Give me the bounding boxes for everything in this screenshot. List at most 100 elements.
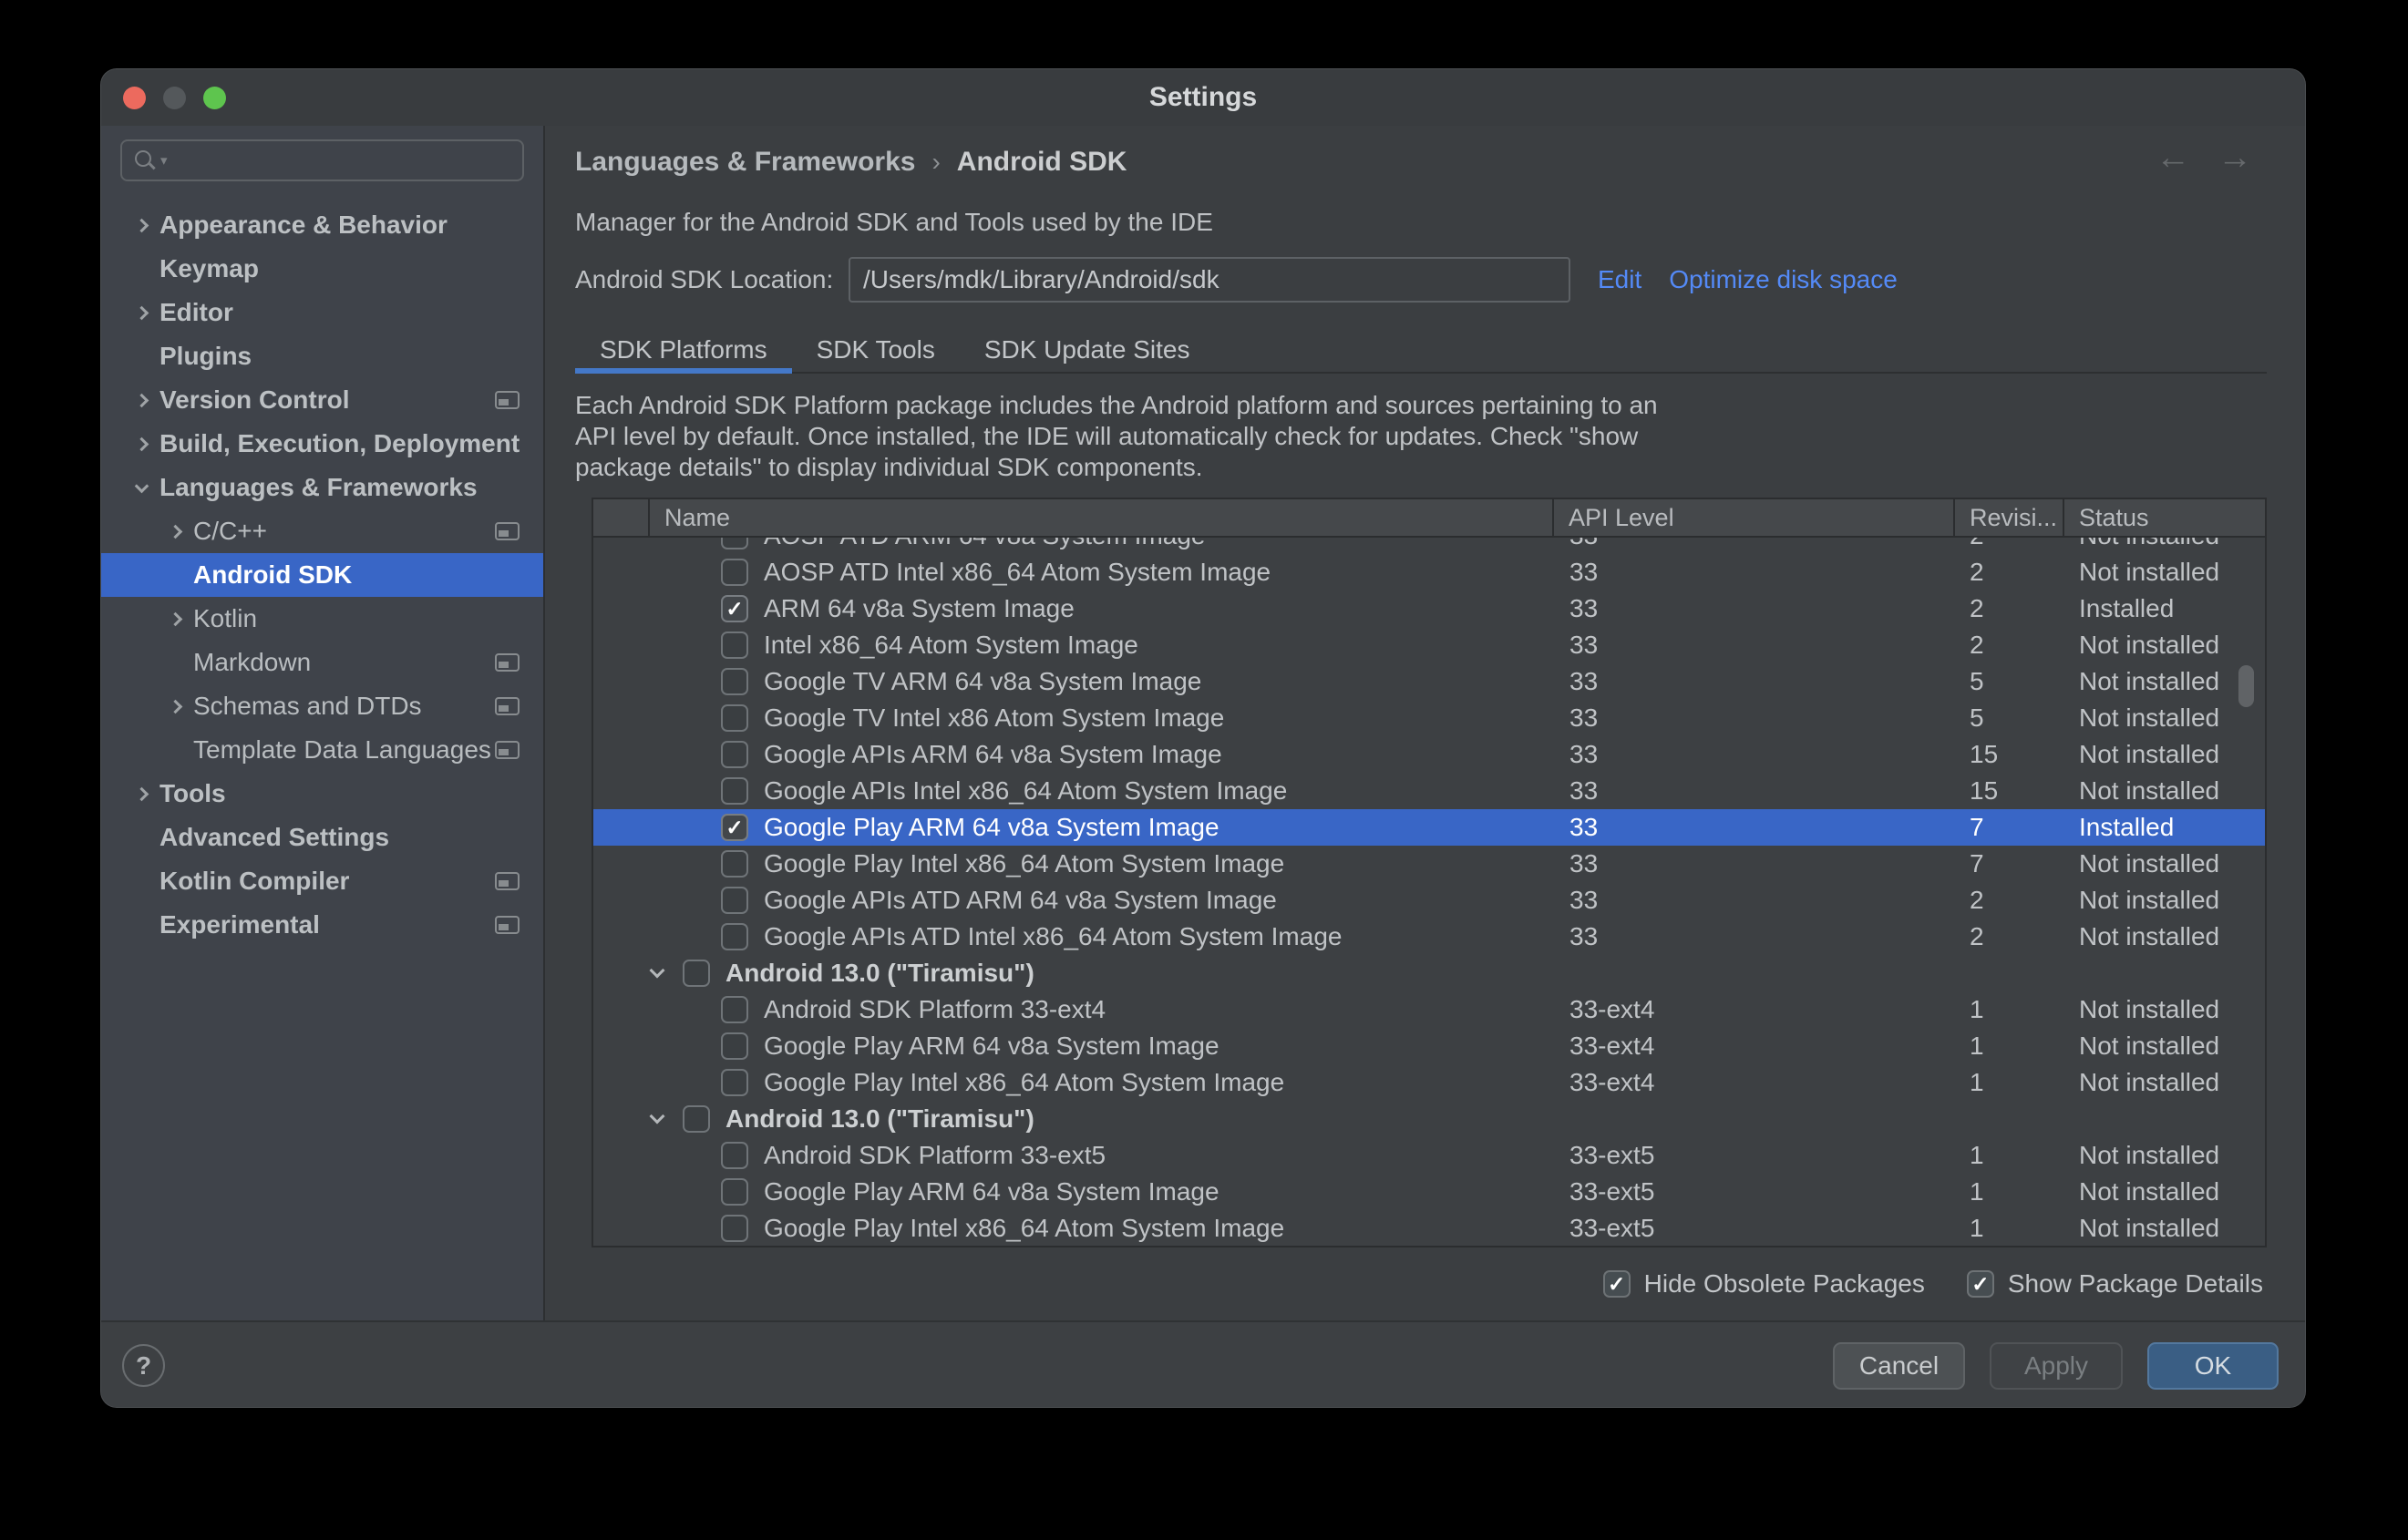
row-checkbox[interactable] xyxy=(721,1178,748,1206)
sidebar-item-tools[interactable]: Tools xyxy=(101,772,543,816)
row-checkbox[interactable] xyxy=(683,960,710,987)
table-row[interactable]: AOSP ATD ARM 64 v8a System Image332Not i… xyxy=(593,538,2265,554)
sidebar-item-kotlin[interactable]: Kotlin xyxy=(101,597,543,641)
package-name: Google APIs ARM 64 v8a System Image xyxy=(764,740,1222,769)
sidebar-item-c-c[interactable]: C/C++ xyxy=(101,509,543,553)
column-header-tree[interactable] xyxy=(593,499,650,536)
table-row[interactable]: Google APIs ARM 64 v8a System Image3315N… xyxy=(593,736,2265,773)
tab-sdk-tools[interactable]: SDK Tools xyxy=(792,328,960,372)
row-checkbox[interactable] xyxy=(721,559,748,586)
table-body: AOSP ATD ARM 64 v8a System Image332Not i… xyxy=(593,538,2265,1246)
row-checkbox[interactable] xyxy=(721,850,748,878)
chevron-down-icon[interactable] xyxy=(650,1109,665,1124)
api-level-cell: 33 xyxy=(1554,886,1955,915)
help-button[interactable]: ? xyxy=(122,1344,165,1387)
row-checkbox[interactable] xyxy=(721,1069,748,1096)
sidebar-item-schemas-and-dtds[interactable]: Schemas and DTDs xyxy=(101,684,543,728)
row-checkbox[interactable]: ✓ xyxy=(721,595,748,622)
sidebar-item-template-data-languages[interactable]: Template Data Languages xyxy=(101,728,543,772)
tab-sdk-platforms[interactable]: SDK Platforms xyxy=(575,328,792,372)
table-row[interactable]: Google Play Intel x86_64 Atom System Ima… xyxy=(593,846,2265,882)
table-row[interactable]: Intel x86_64 Atom System Image332Not ins… xyxy=(593,627,2265,663)
option-checkbox[interactable]: ✓ xyxy=(1603,1270,1631,1298)
optimize-disk-space-link[interactable]: Optimize disk space xyxy=(1669,265,1898,294)
sidebar-item-editor[interactable]: Editor xyxy=(101,291,543,334)
sidebar-item-appearance-behavior[interactable]: Appearance & Behavior xyxy=(101,203,543,247)
breadcrumb-parent[interactable]: Languages & Frameworks xyxy=(575,147,915,178)
sidebar-item-experimental[interactable]: Experimental xyxy=(101,903,543,947)
api-level-cell: 33-ext5 xyxy=(1554,1141,1955,1170)
sidebar-item-build-execution-deployment[interactable]: Build, Execution, Deployment xyxy=(101,422,543,466)
package-name: Google APIs ATD ARM 64 v8a System Image xyxy=(764,886,1277,915)
table-row[interactable]: Android SDK Platform 33-ext533-ext51Not … xyxy=(593,1137,2265,1174)
revision-cell: 1 xyxy=(1955,1032,2064,1061)
sidebar-item-markdown[interactable]: Markdown xyxy=(101,641,543,684)
table-row[interactable]: Google Play Intel x86_64 Atom System Ima… xyxy=(593,1064,2265,1101)
table-row[interactable]: Google Play Intel x86_64 Atom System Ima… xyxy=(593,1210,2265,1246)
sidebar-item-android-sdk[interactable]: Android SDK xyxy=(101,553,543,597)
row-checkbox[interactable] xyxy=(721,1032,748,1060)
ok-button[interactable]: OK xyxy=(2147,1342,2279,1390)
table-row[interactable]: Google APIs Intel x86_64 Atom System Ima… xyxy=(593,773,2265,809)
table-row[interactable]: Android SDK Platform 33-ext433-ext41Not … xyxy=(593,991,2265,1028)
option-checkbox[interactable]: ✓ xyxy=(1967,1270,1994,1298)
status-cell: Not installed xyxy=(2064,776,2265,806)
table-group-row[interactable]: Android 13.0 ("Tiramisu") xyxy=(593,1101,2265,1137)
table-row[interactable]: Google TV Intel x86 Atom System Image335… xyxy=(593,700,2265,736)
zoom-button[interactable] xyxy=(203,87,226,109)
sidebar-item-plugins[interactable]: Plugins xyxy=(101,334,543,378)
table-row[interactable]: ✓Google Play ARM 64 v8a System Image337I… xyxy=(593,809,2265,846)
sidebar-item-version-control[interactable]: Version Control xyxy=(101,378,543,422)
close-button[interactable] xyxy=(123,87,146,109)
table-row[interactable]: Google APIs ATD ARM 64 v8a System Image 3… xyxy=(593,882,2265,919)
row-checkbox[interactable] xyxy=(721,704,748,732)
sdk-location-input[interactable] xyxy=(849,257,1570,303)
row-checkbox[interactable] xyxy=(721,668,748,695)
row-checkbox[interactable] xyxy=(721,1142,748,1169)
row-checkbox[interactable] xyxy=(721,777,748,805)
table-row[interactable]: ✓ARM 64 v8a System Image332Installed xyxy=(593,590,2265,627)
table-row[interactable]: Google Play ARM 64 v8a System Image33-ex… xyxy=(593,1174,2265,1210)
row-checkbox[interactable] xyxy=(721,631,748,659)
column-header-name[interactable]: Name xyxy=(650,499,1554,536)
table-row[interactable]: Google TV ARM 64 v8a System Image335Not … xyxy=(593,663,2265,700)
minimize-button[interactable] xyxy=(163,87,186,109)
option-hide-obsolete-packages[interactable]: ✓Hide Obsolete Packages xyxy=(1603,1269,1925,1299)
apply-button[interactable]: Apply xyxy=(1990,1342,2123,1390)
chevron-right-icon xyxy=(135,436,149,451)
row-checkbox[interactable] xyxy=(683,1105,710,1133)
sidebar-item-advanced-settings[interactable]: Advanced Settings xyxy=(101,816,543,859)
row-checkbox[interactable] xyxy=(721,996,748,1023)
settings-sidebar: ▾ Appearance & Behavior Keymap EditorPlugi… xyxy=(101,126,545,1320)
row-checkbox[interactable]: ✓ xyxy=(721,814,748,841)
back-icon[interactable]: ← xyxy=(2156,139,2190,178)
forward-icon[interactable]: → xyxy=(2218,139,2252,178)
sidebar-search-input[interactable]: ▾ xyxy=(120,139,524,181)
sidebar-item-languages-frameworks[interactable]: Languages & Frameworks xyxy=(101,466,543,509)
sidebar-item-label: Keymap xyxy=(160,254,259,283)
row-checkbox[interactable] xyxy=(721,741,748,768)
column-header-status[interactable]: Status xyxy=(2064,499,2265,536)
column-header-api-level[interactable]: API Level xyxy=(1554,499,1955,536)
table-row[interactable]: AOSP ATD Intel x86_64 Atom System Image3… xyxy=(593,554,2265,590)
row-checkbox[interactable] xyxy=(721,538,748,549)
sidebar-item-label: Kotlin xyxy=(193,604,257,633)
option-show-package-details[interactable]: ✓Show Package Details xyxy=(1967,1269,2263,1299)
package-name: Google TV Intel x86 Atom System Image xyxy=(764,703,1224,733)
sidebar-item-kotlin-compiler[interactable]: Kotlin Compiler xyxy=(101,859,543,903)
column-header-revision[interactable]: Revisi... xyxy=(1955,499,2064,536)
table-row[interactable]: Google Play ARM 64 v8a System Image33-ex… xyxy=(593,1028,2265,1064)
api-level-cell: 33-ext4 xyxy=(1554,1068,1955,1097)
table-row[interactable]: Google APIs ATD Intel x86_64 Atom System… xyxy=(593,919,2265,955)
chevron-down-icon[interactable] xyxy=(650,963,665,979)
sidebar-item-keymap[interactable]: Keymap xyxy=(101,247,543,291)
edit-link[interactable]: Edit xyxy=(1598,265,1641,294)
table-group-row[interactable]: Android 13.0 ("Tiramisu") xyxy=(593,955,2265,991)
table-scrollbar-thumb[interactable] xyxy=(2238,665,2254,707)
row-checkbox[interactable] xyxy=(721,887,748,914)
cancel-button[interactable]: Cancel xyxy=(1833,1342,1965,1390)
row-checkbox[interactable] xyxy=(721,923,748,950)
tab-sdk-update-sites[interactable]: SDK Update Sites xyxy=(960,328,1215,372)
api-level-cell: 33 xyxy=(1554,776,1955,806)
row-checkbox[interactable] xyxy=(721,1215,748,1242)
